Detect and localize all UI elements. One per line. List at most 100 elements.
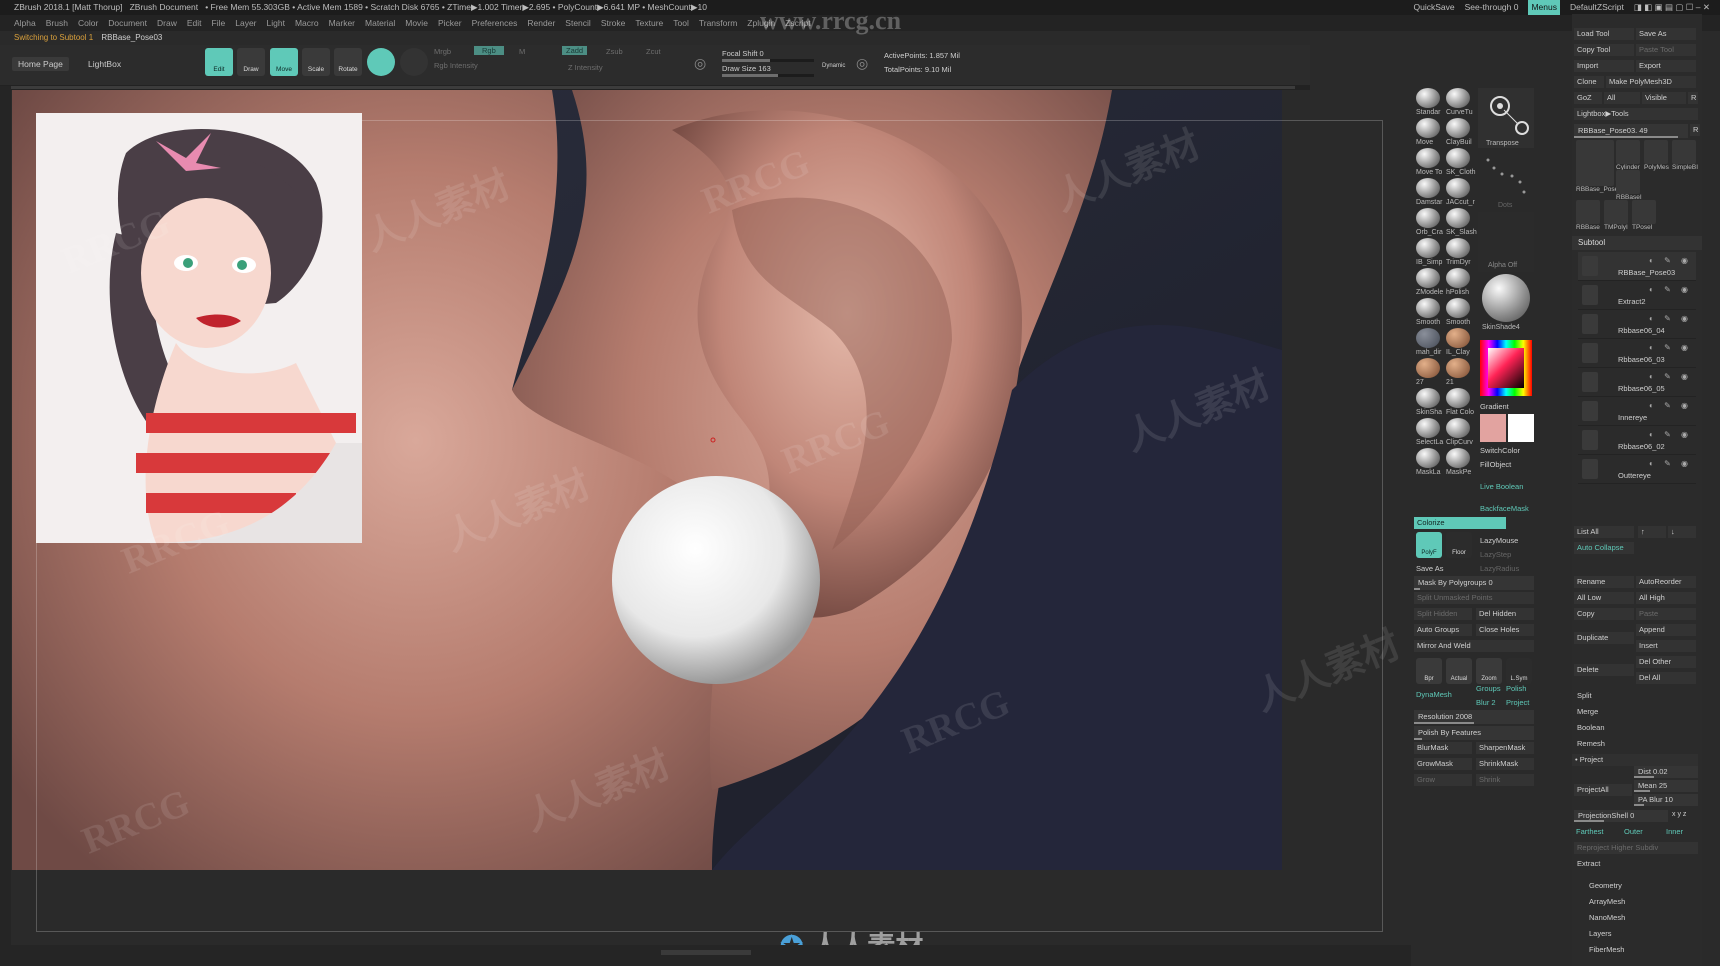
tool-thumb-simplebi[interactable]	[1672, 140, 1696, 164]
focal-shift-slider[interactable]: Focal Shift 0	[722, 49, 764, 58]
sphere-icon[interactable]	[367, 48, 395, 76]
lazyradius-slider[interactable]: LazyRadius	[1480, 564, 1519, 573]
menu-light[interactable]: Light	[267, 15, 285, 31]
brush-move-to-icon[interactable]	[1416, 148, 1440, 168]
save-as-button[interactable]: Save As	[1416, 564, 1444, 573]
brush-skinsha-icon[interactable]	[1416, 388, 1440, 408]
make-polymesh3d-button[interactable]: Make PolyMesh3D	[1606, 76, 1696, 88]
shrinkmask-button[interactable]: ShrinkMask	[1476, 758, 1534, 770]
menu-color[interactable]: Color	[78, 15, 98, 31]
tool-thumb-rbbase-pose03[interactable]	[1576, 140, 1614, 186]
menu-macro[interactable]: Macro	[295, 15, 319, 31]
quicksave-button[interactable]: QuickSave	[1413, 0, 1454, 15]
color-picker[interactable]	[1480, 340, 1532, 396]
brush-jaccut-r-icon[interactable]	[1446, 178, 1470, 198]
zsub-button[interactable]: Zsub	[606, 47, 623, 56]
material-panel[interactable]: SkinShade4	[1478, 274, 1534, 334]
z-intensity-slider[interactable]: Z Intensity	[568, 63, 603, 72]
subtool-item[interactable]: Rbbase06_04 ◐ ✎ ◉	[1578, 310, 1696, 339]
menu-texture[interactable]: Texture	[635, 15, 663, 31]
secondary-color-swatch[interactable]	[1508, 414, 1534, 442]
subtool-item[interactable]: Rbbase06_05 ◐ ✎ ◉	[1578, 368, 1696, 397]
brush-orb-cra-icon[interactable]	[1416, 208, 1440, 228]
window-icons[interactable]: ◨ ◧ ▣ ▤ ▢ ☐ – ✕	[1634, 0, 1710, 15]
brush-standar-icon[interactable]	[1416, 88, 1440, 108]
eye-icon[interactable]: ◐ ✎ ◉	[1649, 285, 1692, 294]
menu-marker[interactable]: Marker	[329, 15, 355, 31]
lsym-button[interactable]: L.Sym	[1506, 658, 1532, 684]
menu-document[interactable]: Document	[108, 15, 147, 31]
tool-thumb-rbbasei[interactable]	[1616, 170, 1640, 194]
tool-thumb-tposei[interactable]	[1632, 200, 1656, 224]
mrgb-button[interactable]: Mrgb	[434, 47, 451, 56]
brush-sk-cloth-icon[interactable]	[1446, 148, 1470, 168]
lightbox-tools-button[interactable]: Lightbox▶Tools	[1574, 108, 1698, 120]
rotate-button[interactable]: Rotate	[334, 48, 362, 76]
polish-by-features-slider[interactable]: Polish By Features	[1414, 726, 1534, 740]
polish-toggle[interactable]: Polish	[1506, 684, 1526, 693]
menu-stencil[interactable]: Stencil	[565, 15, 591, 31]
brush-il-clay-icon[interactable]	[1446, 328, 1470, 348]
menu-movie[interactable]: Movie	[405, 15, 428, 31]
dynamic-toggle[interactable]: Dynamic	[822, 63, 845, 69]
rgb-intensity-slider[interactable]: Rgb Intensity	[434, 61, 478, 70]
tool-thumb-polymes[interactable]	[1644, 140, 1668, 164]
zcut-button[interactable]: Zcut	[646, 47, 661, 56]
lazymouse-button[interactable]: LazyMouse	[1480, 536, 1518, 545]
project-toggle[interactable]: Project	[1506, 698, 1529, 707]
eye-icon[interactable]: ◐ ✎ ◉	[1649, 343, 1692, 352]
subtool-item[interactable]: Rbbase06_02 ◐ ✎ ◉	[1578, 426, 1696, 455]
brush-flat-colo-icon[interactable]	[1446, 388, 1470, 408]
lightbox-tab[interactable]: LightBox	[82, 57, 127, 71]
subtool-item[interactable]: Outtereye ◐ ✎ ◉	[1578, 455, 1696, 484]
load-tool-button[interactable]: Load Tool	[1574, 28, 1634, 40]
tool-thumb-tmpolyi[interactable]	[1604, 200, 1628, 224]
goz-all-button[interactable]: All	[1604, 92, 1640, 104]
actual-button[interactable]: Actual	[1446, 658, 1472, 684]
current-tool-r-button[interactable]: R	[1690, 124, 1700, 136]
subtool-item[interactable]: Rbbase06_03 ◐ ✎ ◉	[1578, 339, 1696, 368]
grow-button[interactable]: Grow	[1414, 774, 1472, 786]
menu-material[interactable]: Material	[365, 15, 395, 31]
close-holes-button[interactable]: Close Holes	[1476, 624, 1534, 636]
mask-by-polygroups-slider[interactable]: Mask By Polygroups 0	[1414, 576, 1534, 590]
stroke-dots-panel[interactable]: Dots	[1478, 150, 1534, 210]
focal-icon[interactable]: ◎	[694, 55, 706, 72]
transpose-panel[interactable]: Transpose	[1478, 88, 1534, 148]
menus-toggle[interactable]: Menus	[1528, 0, 1560, 15]
left-tray-collapsed[interactable]	[0, 86, 11, 966]
lazystep-slider[interactable]: LazyStep	[1480, 550, 1511, 559]
brush-move-icon[interactable]	[1416, 118, 1440, 138]
menu-file[interactable]: File	[212, 15, 226, 31]
alpha-panel[interactable]: Alpha Off	[1478, 212, 1534, 272]
draw-size-slider[interactable]: Draw Size 163	[722, 64, 771, 73]
menu-picker[interactable]: Picker	[438, 15, 462, 31]
backface-mask-button[interactable]: BackfaceMask	[1480, 504, 1529, 513]
brush-trimdyr-icon[interactable]	[1446, 238, 1470, 258]
menu-preferences[interactable]: Preferences	[472, 15, 518, 31]
subtool-header[interactable]: Subtool	[1572, 236, 1702, 250]
zoom-button[interactable]: Zoom	[1476, 658, 1502, 684]
brush-maskpe-icon[interactable]	[1446, 448, 1470, 468]
tool-thumb-cylinder[interactable]	[1616, 140, 1640, 164]
subtool-item[interactable]: RBBase_Pose03 ◐ ✎ ◉	[1578, 252, 1696, 281]
mirror-and-weld-button[interactable]: Mirror And Weld	[1414, 640, 1534, 652]
brush-curvetu-icon[interactable]	[1446, 88, 1470, 108]
brush-smooth-icon[interactable]	[1446, 298, 1470, 318]
brush-selectla-icon[interactable]	[1416, 418, 1440, 438]
brush-mah-dir-icon[interactable]	[1416, 328, 1440, 348]
scale-button[interactable]: Scale	[302, 48, 330, 76]
main-color-swatch[interactable]	[1480, 414, 1506, 442]
brush-zmodele-icon[interactable]	[1416, 268, 1440, 288]
resolution-slider[interactable]: Resolution 2008	[1414, 710, 1534, 724]
zadd-button[interactable]: Zadd	[562, 46, 588, 55]
bottom-scroll-handle[interactable]	[661, 950, 751, 955]
gradient-label[interactable]: Gradient	[1480, 402, 1509, 411]
edit-button[interactable]: Edit	[205, 48, 233, 76]
dynamesh-button[interactable]: DynaMesh	[1416, 690, 1452, 699]
menu-stroke[interactable]: Stroke	[601, 15, 626, 31]
blurmask-button[interactable]: BlurMask	[1414, 742, 1472, 754]
brush-clipcurv-icon[interactable]	[1446, 418, 1470, 438]
draw-button[interactable]: Draw	[237, 48, 265, 76]
split-hidden-button[interactable]: Split Hidden	[1414, 608, 1472, 620]
